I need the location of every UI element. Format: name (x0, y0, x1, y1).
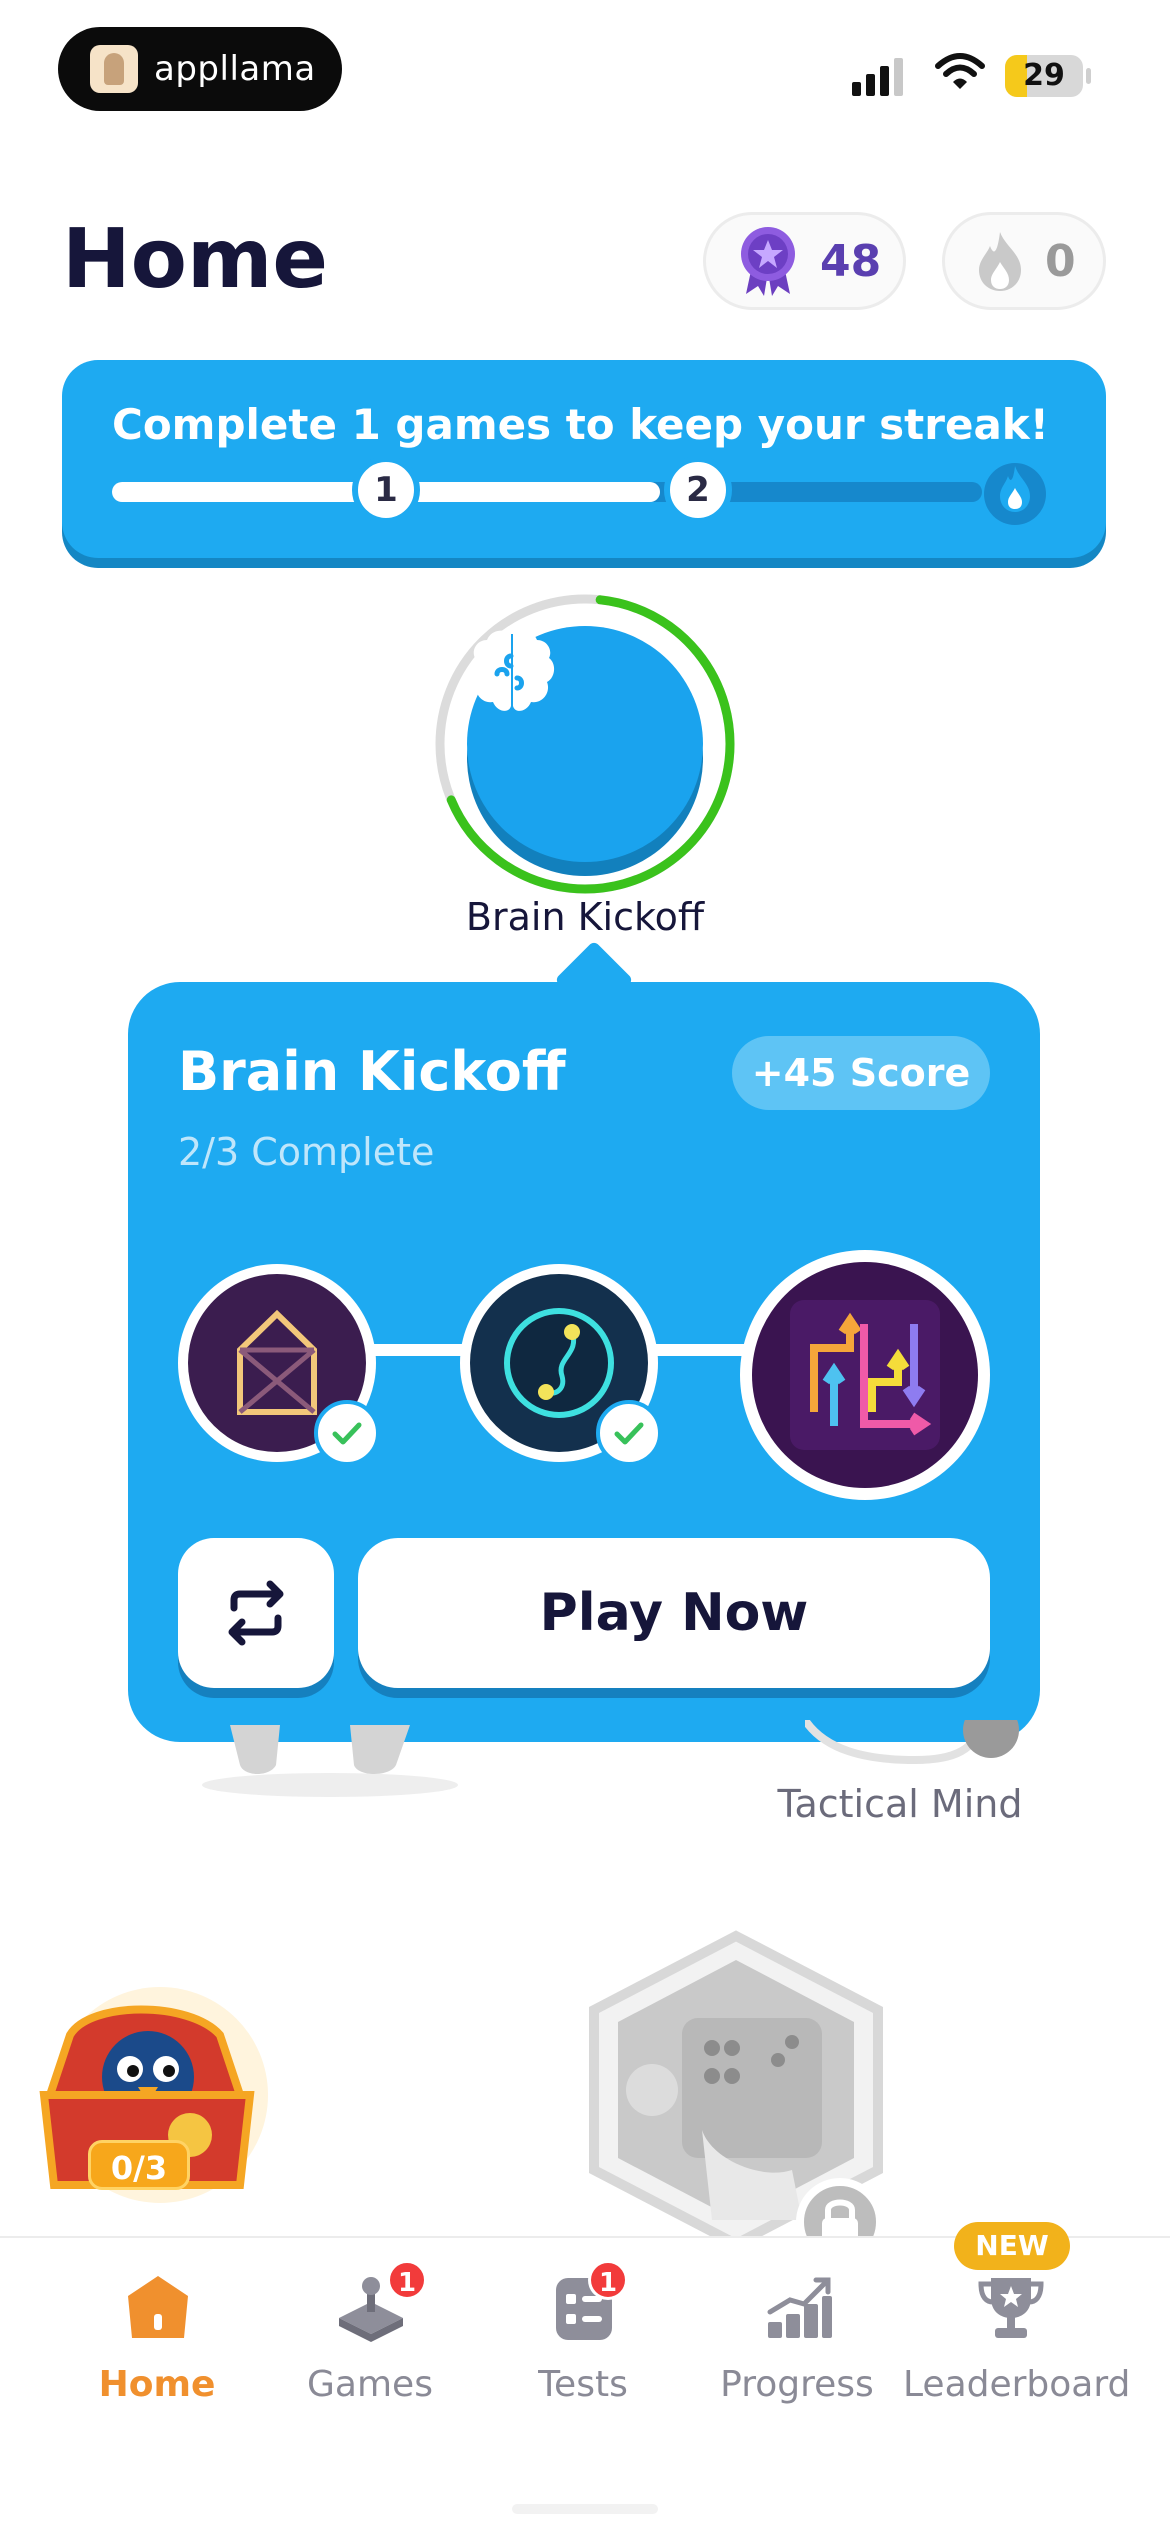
tactical-mind-label: Tactical Mind (777, 1782, 1023, 1826)
games-notification-badge: 1 (387, 2260, 427, 2300)
badge-star-icon (741, 227, 795, 296)
tab-progress[interactable]: Progress (690, 2238, 904, 2438)
battery-cap (1086, 68, 1091, 84)
chest-progress-count: 0/3 (88, 2140, 190, 2190)
level-button[interactable] (467, 626, 703, 862)
shuffle-icon (228, 1580, 284, 1646)
level-node-brain-kickoff[interactable] (433, 592, 737, 896)
tab-label: Home (98, 2364, 216, 2405)
game-thumb-3[interactable] (740, 1250, 990, 1500)
arrows-game-icon (790, 1300, 940, 1450)
tab-label: Leaderboard (903, 2364, 1131, 2405)
streak-count: 0 (1045, 235, 1076, 287)
cellular-signal-icon (852, 58, 903, 96)
check-icon (596, 1400, 662, 1466)
tab-label: Progress (720, 2364, 874, 2405)
home-indicator[interactable] (512, 2504, 658, 2514)
tab-tests[interactable]: 1 Tests (476, 2238, 690, 2438)
check-icon (314, 1400, 380, 1466)
game-thumb-1[interactable] (178, 1264, 380, 1466)
tests-notification-badge: 1 (588, 2260, 628, 2300)
bottom-tab-bar: Home 1 Games 1 Tests Progress Leaderboar… (0, 2236, 1170, 2532)
shuffle-button[interactable] (178, 1538, 334, 1688)
new-tag-badge: NEW (954, 2222, 1070, 2270)
brain-puzzle-icon (469, 630, 555, 711)
play-now-button[interactable]: Play Now (358, 1538, 990, 1688)
page-title: Home (62, 212, 329, 307)
popup-title: Brain Kickoff (178, 1040, 566, 1103)
locked-level-node[interactable] (582, 1930, 890, 2250)
streak-milestone-2: 2 (664, 456, 732, 524)
level-label: Brain Kickoff (465, 895, 705, 939)
mascot-feet-shadow (202, 1725, 458, 1797)
home-icon (128, 2276, 188, 2338)
battery-icon: 29 (1005, 55, 1083, 97)
streak-progress-track (112, 482, 982, 502)
game-thumb-2[interactable] (460, 1264, 662, 1466)
chart-icon (767, 2277, 832, 2338)
gems-count: 48 (820, 235, 882, 287)
streak-pill[interactable]: 0 (942, 212, 1106, 310)
app-indicator-pill[interactable]: appllama (58, 27, 342, 111)
tab-label: Tests (538, 2364, 628, 2405)
streak-milestone-1: 1 (352, 456, 420, 524)
streak-flame-icon (984, 463, 1046, 525)
flame-icon (979, 232, 1021, 291)
streak-message: Complete 1 games to keep your streak! (112, 400, 1049, 449)
tab-home[interactable]: Home (50, 2238, 264, 2438)
app-name: appllama (154, 49, 316, 89)
tactical-mind-node[interactable] (805, 1720, 1035, 1772)
streak-banner[interactable]: Complete 1 games to keep your streak! 1 … (62, 360, 1106, 558)
tab-label: Games (307, 2364, 433, 2405)
trophy-icon (978, 2278, 1044, 2338)
status-bar: appllama 29 (0, 0, 1170, 130)
popup-progress-text: 2/3 Complete (178, 1130, 435, 1174)
battery-level: 29 (1023, 58, 1065, 93)
wifi-icon (935, 53, 985, 89)
gems-pill[interactable]: 48 (703, 212, 906, 310)
level-popup-card: Brain Kickoff 2/3 Complete +45 Score Pla… (128, 982, 1040, 1742)
score-badge: +45 Score (732, 1036, 990, 1110)
llama-logo-icon (90, 45, 138, 93)
tab-games[interactable]: 1 Games (263, 2238, 477, 2438)
